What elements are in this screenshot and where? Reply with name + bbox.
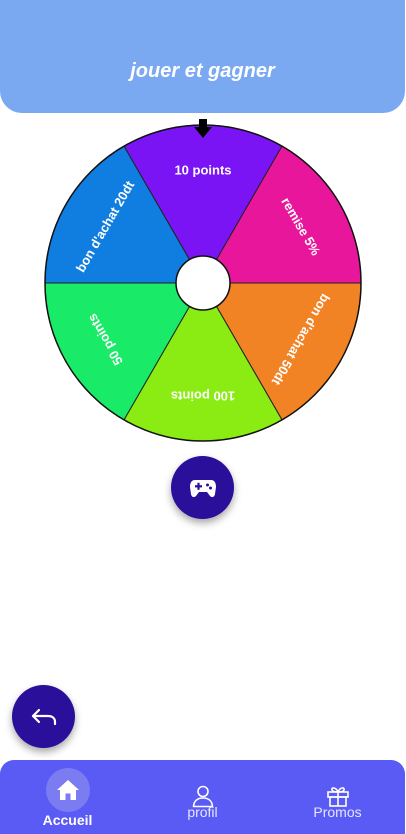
wheel-graphic: 10 pointsremise 5%bon d'achat 50dt100 po… — [44, 119, 362, 442]
page-title: jouer et gagner — [130, 60, 275, 82]
home-icon — [56, 780, 79, 800]
back-button[interactable] — [12, 685, 75, 748]
nav-item-accueil[interactable]: Accueil — [0, 760, 135, 834]
header: jouer et gagner — [0, 0, 405, 113]
wheel-segment-label: 10 points — [174, 162, 231, 177]
wheel-segment-label: 100 points — [171, 389, 235, 404]
bottom-navigation: Accueil profil Promos — [0, 760, 405, 834]
nav-item-promos[interactable]: Promos — [270, 760, 405, 834]
nav-label-promos: Promos — [313, 804, 362, 820]
gamepad-icon — [189, 479, 216, 497]
nav-item-profil[interactable]: profil — [135, 760, 270, 834]
spin-button[interactable] — [171, 456, 234, 519]
return-arrow-icon — [31, 708, 56, 725]
nav-label-accueil: Accueil — [42, 812, 93, 828]
prize-wheel[interactable]: 10 points remise 5% bon d'achat 50dt 100 po… — [43, 117, 363, 443]
home-icon-holder — [45, 768, 90, 812]
nav-label-profil: profil — [187, 804, 218, 820]
app-screen: jouer et gagner 10 points remise 5% bon d'… — [0, 0, 406, 834]
wheel-hub — [175, 255, 231, 311]
